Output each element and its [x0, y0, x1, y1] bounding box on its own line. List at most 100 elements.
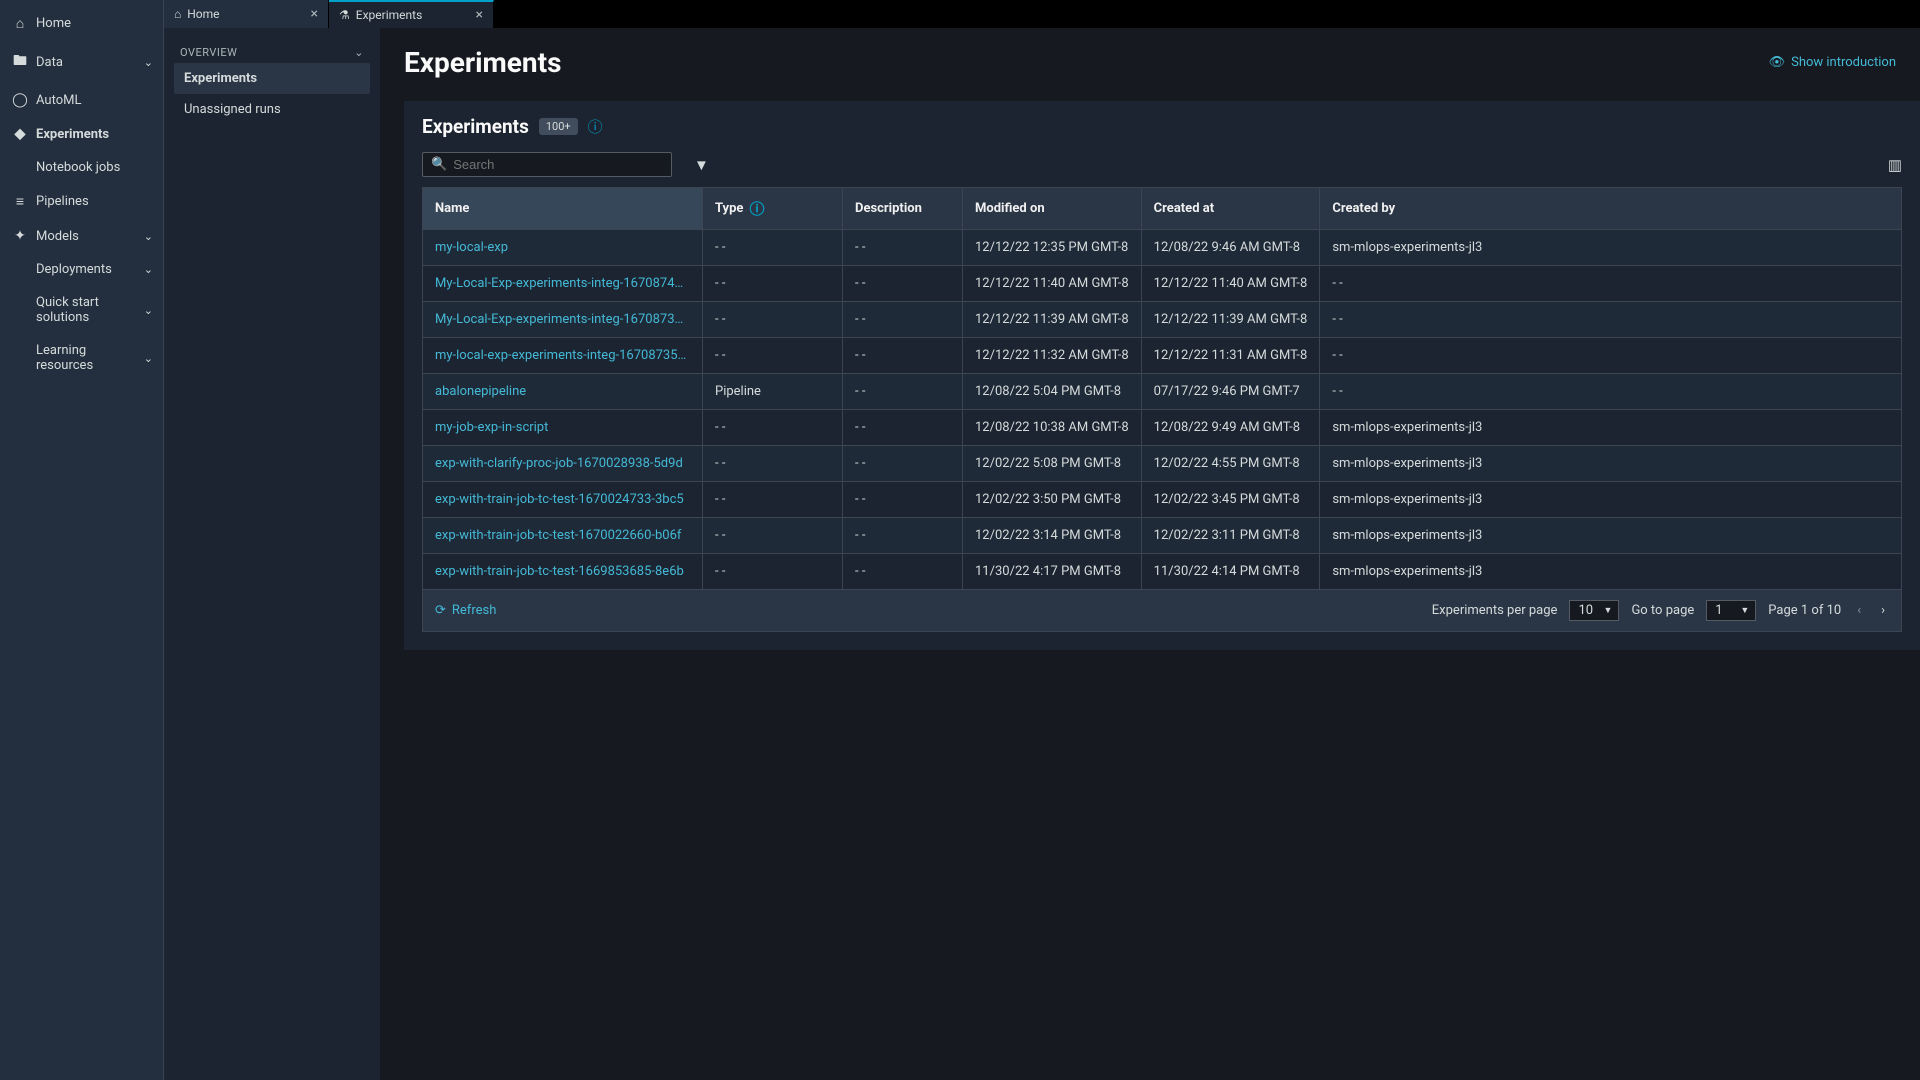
close-icon[interactable]: ×	[311, 6, 318, 22]
cell-description: - -	[843, 266, 963, 302]
cell-created-by: - -	[1320, 374, 1902, 410]
tab-icon: ⌂	[174, 7, 181, 21]
experiment-name-link[interactable]: My-Local-Exp-experiments-integ-167087405…	[423, 266, 703, 302]
experiment-name-link[interactable]: exp-with-train-job-tc-test-1670024733-3b…	[423, 482, 703, 518]
cell-created-by: sm-mlops-experiments-jl3	[1320, 482, 1902, 518]
sidebar-item-home[interactable]: ⌂Home	[0, 6, 163, 41]
info-icon[interactable]: ⓘ	[588, 116, 603, 137]
table-footer: ⟳ Refresh Experiments per page 10 ▼ Go t…	[422, 590, 1902, 632]
cell-description: - -	[843, 554, 963, 590]
cell-type: - -	[703, 230, 843, 266]
columns-icon[interactable]: ▥	[1888, 156, 1902, 174]
sidebar-icon: ◆	[10, 126, 30, 142]
refresh-icon: ⟳	[435, 603, 446, 618]
info-icon[interactable]: ⓘ	[749, 198, 764, 219]
sidebar-item-label: Quick start solutions	[36, 295, 144, 325]
experiment-name-link[interactable]: exp-with-clarify-proc-job-1670028938-5d9…	[423, 446, 703, 482]
sidebar-item-label: Deployments	[36, 262, 144, 277]
cell-created-by: - -	[1320, 266, 1902, 302]
close-icon[interactable]: ×	[476, 7, 483, 23]
column-header-description[interactable]: Description	[843, 188, 963, 230]
table-row: exp-with-train-job-tc-test-1670024733-3b…	[423, 482, 1902, 518]
column-label: Created at	[1154, 201, 1214, 216]
overview-item-experiments[interactable]: Experiments	[174, 63, 370, 94]
sidebar-item-quick-start-solutions[interactable]: Quick start solutions⌄	[0, 286, 163, 334]
filter-icon[interactable]: ▼	[694, 156, 709, 174]
card-title: Experiments	[422, 115, 529, 138]
cell-created-by: sm-mlops-experiments-jl3	[1320, 554, 1902, 590]
column-header-created-at[interactable]: Created at	[1141, 188, 1320, 230]
cell-modified: 12/08/22 10:38 AM GMT-8	[963, 410, 1142, 446]
chevron-down-icon: ⌄	[144, 230, 153, 243]
table-row: exp-with-clarify-proc-job-1670028938-5d9…	[423, 446, 1902, 482]
table-row: my-local-exp-experiments-integ-167087351…	[423, 338, 1902, 374]
search-input[interactable]	[453, 157, 663, 172]
experiment-name-link[interactable]: exp-with-train-job-tc-test-1670022660-b0…	[423, 518, 703, 554]
table-row: my-job-exp-in-script- -- -12/08/22 10:38…	[423, 410, 1902, 446]
experiment-name-link[interactable]: my-job-exp-in-script	[423, 410, 703, 446]
cell-created: 12/08/22 9:49 AM GMT-8	[1141, 410, 1320, 446]
sidebar-item-models[interactable]: ✦Models⌄	[0, 219, 163, 253]
show-introduction-link[interactable]: 👁 Show introduction	[1769, 55, 1896, 70]
overview-group-header[interactable]: Overview ⌄	[174, 42, 370, 63]
cell-created-by: sm-mlops-experiments-jl3	[1320, 410, 1902, 446]
next-page-button[interactable]: ›	[1877, 603, 1889, 618]
caret-down-icon: ▼	[1740, 605, 1749, 616]
cell-type: - -	[703, 482, 843, 518]
sidebar: ⌂Home 🖿 Data ⌄ ◯AutoML ◆ Experiments Notebook j…	[0, 0, 164, 1080]
cell-modified: 12/02/22 3:14 PM GMT-8	[963, 518, 1142, 554]
sidebar-icon: 🖿	[10, 50, 30, 74]
column-header-modified-on[interactable]: Modified on	[963, 188, 1142, 230]
sidebar-item-learning-resources[interactable]: Learning resources⌄	[0, 334, 163, 382]
tab-home[interactable]: ⌂Home×	[164, 0, 329, 28]
sidebar-item-deployments[interactable]: Deployments⌄	[0, 253, 163, 286]
cell-modified: 12/12/22 11:32 AM GMT-8	[963, 338, 1142, 374]
main-area: Experiments 👁 Show introduction Experime…	[380, 28, 1920, 1080]
column-header-type[interactable]: Typeⓘ	[703, 188, 843, 230]
overview-group-label: Overview	[180, 46, 237, 59]
experiment-name-link[interactable]: exp-with-train-job-tc-test-1669853685-8e…	[423, 554, 703, 590]
prev-page-button[interactable]: ‹	[1853, 603, 1865, 618]
caret-down-icon: ▼	[1604, 605, 1613, 616]
experiment-name-link[interactable]: my-local-exp-experiments-integ-167087351…	[423, 338, 703, 374]
experiment-name-link[interactable]: My-Local-Exp-experiments-integ-167087396…	[423, 302, 703, 338]
per-page-select[interactable]: 10 ▼	[1569, 600, 1619, 621]
tab-bar: ⌂Home×⚗Experiments×	[164, 0, 1920, 28]
cell-created: 12/12/22 11:39 AM GMT-8	[1141, 302, 1320, 338]
sidebar-item-data[interactable]: 🖿Data⌄	[0, 41, 163, 83]
goto-page-select[interactable]: 1 ▼	[1706, 600, 1756, 621]
cell-type: - -	[703, 266, 843, 302]
cell-created: 12/08/22 9:46 AM GMT-8	[1141, 230, 1320, 266]
sidebar-item-label: Models	[36, 229, 144, 244]
column-header-created-by[interactable]: Created by	[1320, 188, 1902, 230]
sidebar-item-label: Pipelines	[36, 194, 153, 209]
tab-experiments[interactable]: ⚗Experiments×	[329, 0, 494, 28]
cell-type: - -	[703, 518, 843, 554]
cell-created: 07/17/22 9:46 PM GMT-7	[1141, 374, 1320, 410]
column-label: Created by	[1332, 201, 1395, 216]
sidebar-item-label: Data	[36, 55, 144, 70]
experiment-name-link[interactable]: abalonepipeline	[423, 374, 703, 410]
experiment-name-link[interactable]: my-local-exp	[423, 230, 703, 266]
sidebar-item-notebook-jobs[interactable]: Notebook jobs	[0, 151, 163, 184]
sidebar-item-label: Experiments	[36, 127, 153, 142]
sidebar-item-automl[interactable]: ◯AutoML	[0, 83, 163, 117]
sidebar-item-label: Learning resources	[36, 343, 144, 373]
sidebar-item-pipelines[interactable]: ≡Pipelines	[0, 184, 163, 219]
column-header-name[interactable]: Name	[423, 188, 703, 230]
cell-created: 12/02/22 4:55 PM GMT-8	[1141, 446, 1320, 482]
per-page-label: Experiments per page	[1432, 603, 1558, 618]
cell-modified: 11/30/22 4:17 PM GMT-8	[963, 554, 1142, 590]
cell-created-by: - -	[1320, 338, 1902, 374]
column-label: Description	[855, 201, 922, 216]
sidebar-item-experiments[interactable]: ◆ Experiments	[0, 117, 163, 151]
refresh-button[interactable]: ⟳ Refresh	[435, 603, 496, 618]
chevron-down-icon: ⌄	[354, 46, 364, 59]
sidebar-icon: ⌂	[10, 15, 30, 32]
overview-item-unassigned-runs[interactable]: Unassigned runs	[174, 94, 370, 125]
table-row: My-Local-Exp-experiments-integ-167087396…	[423, 302, 1902, 338]
sidebar-icon: ◯	[10, 92, 30, 108]
cell-modified: 12/02/22 5:08 PM GMT-8	[963, 446, 1142, 482]
chevron-down-icon: ⌄	[144, 352, 153, 365]
cell-created-by: sm-mlops-experiments-jl3	[1320, 446, 1902, 482]
